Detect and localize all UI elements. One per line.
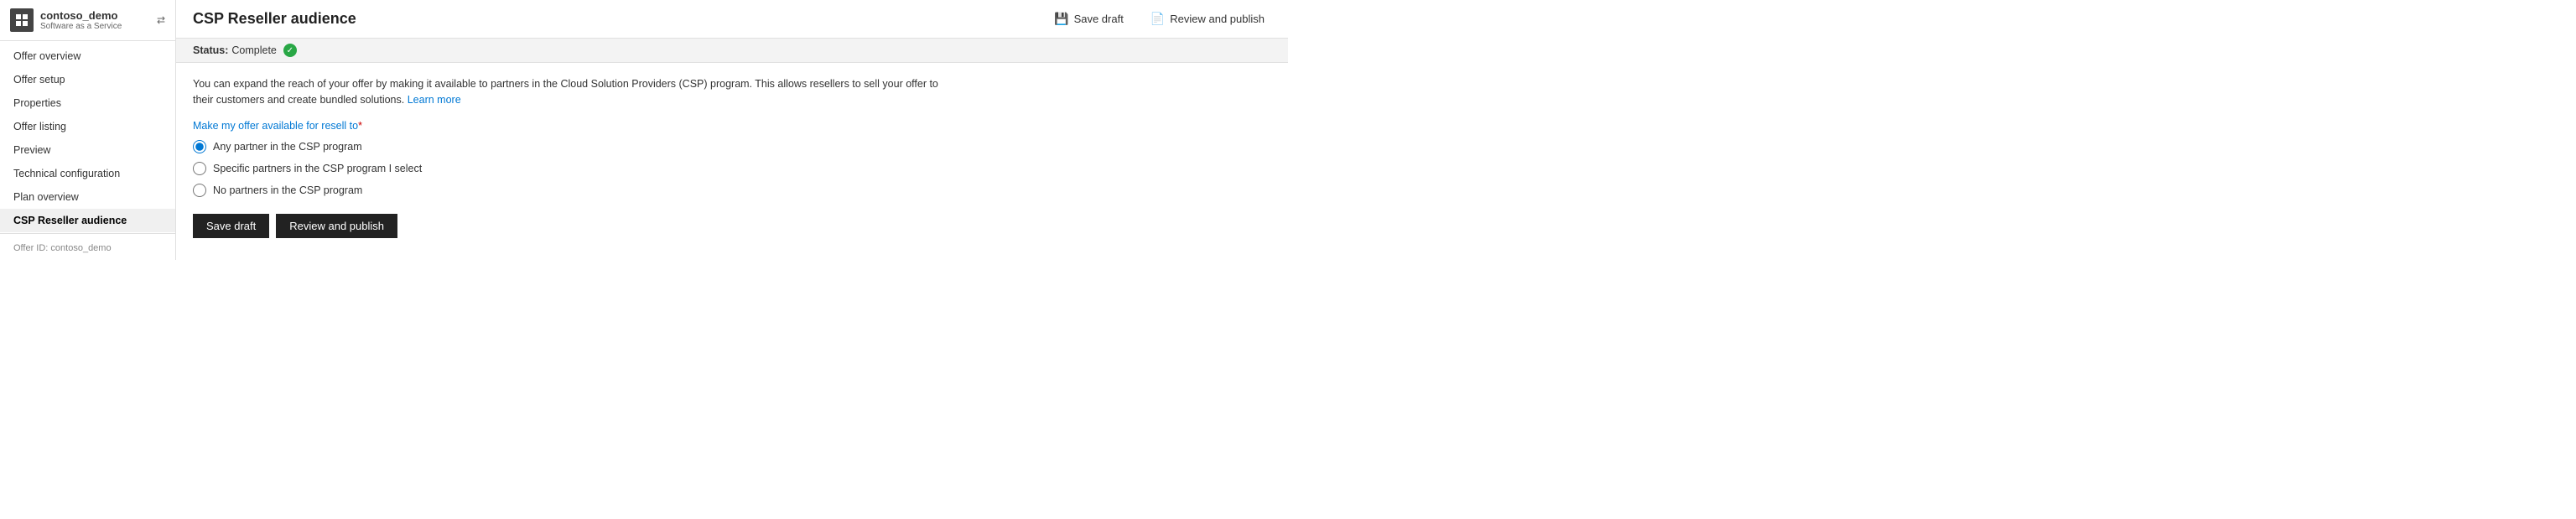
sidebar-footer: Offer ID: contoso_demo (0, 233, 175, 260)
app-logo (10, 8, 34, 32)
review-publish-button-top[interactable]: 📄 Review and publish (1144, 8, 1271, 29)
expand-icon[interactable]: ⇄ (157, 14, 165, 26)
sidebar-nav: Offer overviewOffer setupPropertiesOffer… (0, 41, 175, 233)
radio-item-specific-partners[interactable]: Specific partners in the CSP program I s… (193, 162, 1271, 175)
save-draft-button[interactable]: Save draft (193, 214, 269, 238)
required-mark: * (358, 120, 362, 132)
learn-more-link[interactable]: Learn more (408, 94, 461, 106)
radio-group: Any partner in the CSP program Specific p… (193, 140, 1271, 197)
sidebar-item-technical-configuration[interactable]: Technical configuration (0, 162, 175, 185)
radio-label-specific-partners: Specific partners in the CSP program I s… (213, 163, 422, 174)
review-publish-label-top: Review and publish (1170, 13, 1265, 25)
page-title: CSP Reseller audience (193, 10, 356, 28)
offer-id: Offer ID: contoso_demo (13, 243, 112, 253)
status-label: Status: (193, 44, 228, 56)
sidebar-header: contoso_demo Software as a Service ⇄ (0, 0, 175, 41)
radio-item-any-partner[interactable]: Any partner in the CSP program (193, 140, 1271, 153)
review-publish-button[interactable]: Review and publish (276, 214, 397, 238)
status-value: Complete (231, 44, 277, 56)
sidebar-item-offer-listing[interactable]: Offer listing (0, 115, 175, 138)
sidebar-item-offer-overview[interactable]: Offer overview (0, 44, 175, 68)
section-label: Make my offer available for resell to* (193, 120, 1271, 132)
sidebar: contoso_demo Software as a Service ⇄ Off… (0, 0, 176, 260)
radio-label-any-partner: Any partner in the CSP program (213, 141, 362, 153)
radio-input-any-partner[interactable] (193, 140, 206, 153)
content-area: You can expand the reach of your offer b… (176, 63, 1288, 260)
top-actions: 💾 Save draft 📄 Review and publish (1047, 8, 1271, 29)
description-text: You can expand the reach of your offer b… (193, 76, 948, 108)
sidebar-item-properties[interactable]: Properties (0, 91, 175, 115)
status-complete-icon: ✓ (283, 44, 297, 57)
main-content: CSP Reseller audience 💾 Save draft 📄 Rev… (176, 0, 1288, 260)
sidebar-item-offer-setup[interactable]: Offer setup (0, 68, 175, 91)
status-bar: Status: Complete ✓ (176, 39, 1288, 63)
save-draft-button-top[interactable]: 💾 Save draft (1047, 8, 1130, 29)
save-icon: 💾 (1054, 12, 1068, 26)
sidebar-item-plan-overview[interactable]: Plan overview (0, 185, 175, 209)
radio-input-no-partners[interactable] (193, 184, 206, 197)
publish-icon: 📄 (1150, 12, 1165, 26)
bottom-actions: Save draft Review and publish (193, 214, 1271, 238)
radio-label-no-partners: No partners in the CSP program (213, 184, 362, 196)
top-bar: CSP Reseller audience 💾 Save draft 📄 Rev… (176, 0, 1288, 39)
sidebar-item-preview[interactable]: Preview (0, 138, 175, 162)
sidebar-title: contoso_demo Software as a Service (40, 9, 122, 31)
radio-input-specific-partners[interactable] (193, 162, 206, 175)
sidebar-item-csp-reseller-audience[interactable]: CSP Reseller audience (0, 209, 175, 232)
save-draft-label-top: Save draft (1074, 13, 1124, 25)
radio-item-no-partners[interactable]: No partners in the CSP program (193, 184, 1271, 197)
app-name: contoso_demo (40, 9, 122, 22)
app-subtitle: Software as a Service (40, 22, 122, 31)
